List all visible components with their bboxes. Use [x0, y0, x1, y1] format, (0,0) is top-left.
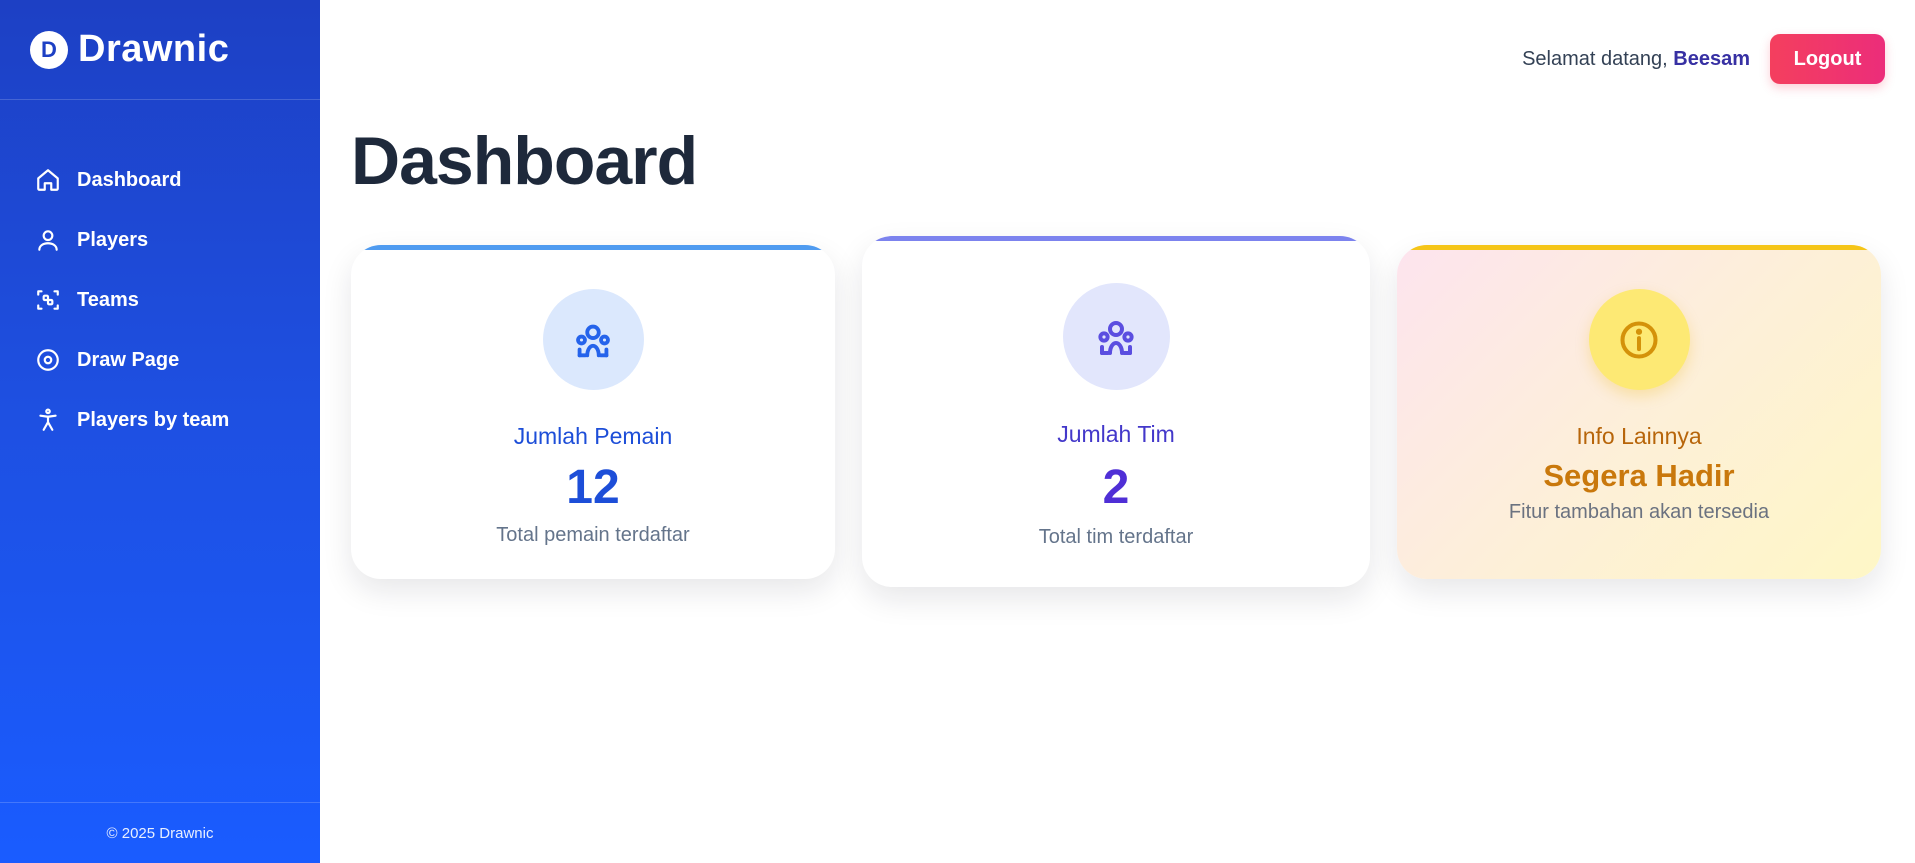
card-subtitle: Total pemain terdaftar: [496, 524, 690, 546]
sidebar-item-label: Teams: [77, 288, 139, 311]
stat-card-players: Jumlah Pemain 12 Total pemain terdaftar: [351, 245, 835, 579]
card-value: 2: [1102, 461, 1130, 514]
brand[interactable]: D Drawnic: [0, 0, 320, 100]
sidebar-item-players[interactable]: Players: [0, 210, 320, 270]
scan-group-icon: [34, 286, 62, 314]
users-icon: [1062, 283, 1170, 390]
card-subtitle: Total tim terdaftar: [1038, 526, 1194, 548]
stat-card-info: Info Lainnya Segera Hadir Fitur tambahan…: [1397, 245, 1881, 579]
main-content: Selamat datang, Beesam Logout Dashboard …: [320, 0, 1915, 863]
accessibility-person-icon: [34, 406, 62, 434]
stat-card-teams: Jumlah Tim 2 Total tim terdaftar: [862, 236, 1370, 587]
sidebar-footer: © 2025 Drawnic: [0, 802, 320, 863]
card-subtitle: Fitur tambahan akan tersedia: [1508, 501, 1770, 523]
sidebar-item-label: Draw Page: [77, 348, 180, 371]
sidebar: D Drawnic Dashboard Players Teams Draw P…: [0, 0, 320, 863]
home-icon: [34, 166, 62, 194]
sidebar-item-label: Dashboard: [77, 168, 182, 191]
sidebar-item-draw-page[interactable]: Draw Page: [0, 330, 320, 390]
sidebar-item-dashboard[interactable]: Dashboard: [0, 150, 320, 210]
sidebar-item-label: Players: [77, 228, 149, 251]
card-label: Info Lainnya: [1576, 423, 1702, 449]
stats-cards: Jumlah Pemain 12 Total pemain terdaftar …: [351, 0, 1911, 863]
card-value: Segera Hadir: [1543, 458, 1735, 493]
sidebar-item-teams[interactable]: Teams: [0, 270, 320, 330]
brand-logo-icon: D: [30, 30, 68, 69]
info-icon: [1588, 289, 1690, 390]
user-icon: [34, 226, 62, 254]
brand-name: Drawnic: [78, 28, 230, 70]
card-label: Jumlah Tim: [1057, 421, 1175, 447]
sidebar-item-label: Players by team: [77, 408, 230, 431]
card-label: Jumlah Pemain: [513, 423, 673, 449]
sidebar-nav: Dashboard Players Teams Draw Page Player…: [0, 100, 320, 802]
sidebar-item-players-by-team[interactable]: Players by team: [0, 390, 320, 450]
users-icon: [542, 289, 644, 390]
target-circle-icon: [34, 346, 62, 374]
app-root: D Drawnic Dashboard Players Teams Draw P…: [0, 0, 1915, 863]
card-value: 12: [566, 461, 620, 514]
